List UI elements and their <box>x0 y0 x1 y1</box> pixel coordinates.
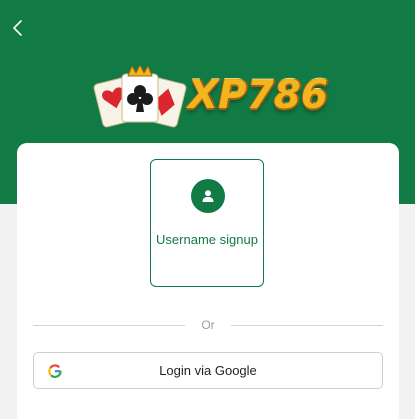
or-divider: Or <box>33 317 383 333</box>
google-login-button[interactable]: Login via Google <box>33 352 383 389</box>
login-card: Username signup Or Login via Google <box>17 143 399 419</box>
username-signup-button[interactable]: Username signup <box>150 159 264 287</box>
chevron-left-icon <box>13 20 22 36</box>
back-button[interactable] <box>8 16 28 40</box>
divider-line-right <box>231 325 383 326</box>
or-label: Or <box>201 318 215 332</box>
username-signup-label: Username signup <box>156 232 258 247</box>
user-icon-badge <box>191 179 225 213</box>
google-login-label: Login via Google <box>159 363 257 378</box>
playing-cards-icon <box>93 66 187 128</box>
brand-logo: XP786 <box>92 66 329 130</box>
user-icon <box>202 190 214 202</box>
logo-text: XP786 <box>188 73 329 118</box>
divider-line-left <box>33 325 185 326</box>
